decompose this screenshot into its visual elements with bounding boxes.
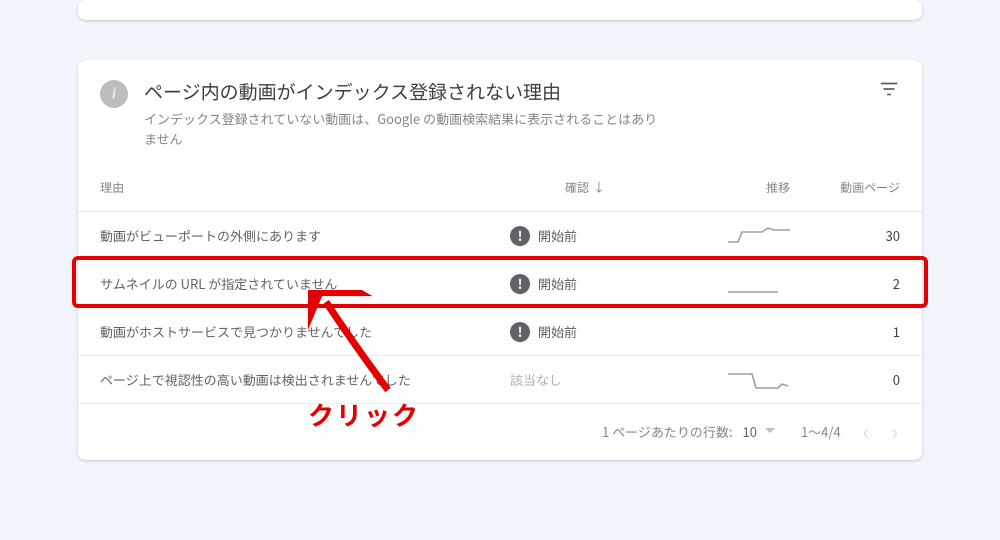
- trend-cell: [660, 368, 790, 392]
- page: i ページ内の動画がインデックス登録されない理由 インデックス登録されていない動…: [0, 0, 1000, 460]
- reason-text: ページ上で視認性の高い動画は検出されませんでした: [100, 370, 510, 389]
- status-cell: ! 開始前: [510, 322, 660, 342]
- info-icon: i: [100, 80, 128, 108]
- rows-per-page: 1 ページあたりの行数: 10: [602, 422, 779, 441]
- card-header: i ページ内の動画がインデックス登録されない理由 インデックス登録されていない動…: [78, 60, 922, 164]
- col-confirm[interactable]: 確認 ↓: [510, 179, 660, 196]
- header-text: ページ内の動画がインデックス登録されない理由 インデックス登録されていない動画は…: [144, 78, 878, 148]
- col-count: 動画ページ: [790, 179, 900, 196]
- warning-icon: !: [510, 226, 530, 246]
- reason-text: サムネイルの URL が指定されていません: [100, 274, 510, 293]
- status-text: 開始前: [538, 322, 577, 341]
- status-cell: 該当なし: [510, 370, 660, 389]
- col-reason: 理由: [100, 179, 510, 196]
- reason-text: 動画がビューポートの外側にあります: [100, 226, 510, 245]
- rows-per-page-value: 10: [743, 422, 757, 441]
- sort-desc-icon: ↓: [593, 179, 605, 196]
- sparkline-icon: [728, 272, 790, 296]
- prev-card-bottom-edge: [78, 0, 922, 20]
- chevron-down-icon: [761, 422, 779, 440]
- table-header: 理由 確認 ↓ 推移 動画ページ: [78, 164, 922, 212]
- count-cell: 30: [790, 226, 900, 245]
- col-confirm-label: 確認: [565, 179, 589, 196]
- page-range: 1～4/4: [801, 422, 841, 441]
- next-page-button[interactable]: ›: [891, 420, 898, 442]
- status-cell: ! 開始前: [510, 274, 660, 294]
- sparkline-icon: [728, 224, 790, 248]
- trend-cell: [660, 224, 790, 248]
- count-cell: 0: [790, 370, 900, 389]
- rows-per-page-select[interactable]: 10: [743, 422, 779, 441]
- col-trend: 推移: [660, 179, 790, 196]
- warning-icon: !: [510, 274, 530, 294]
- table-row[interactable]: サムネイルの URL が指定されていません ! 開始前 2: [78, 260, 922, 308]
- status-text: 該当なし: [510, 370, 562, 389]
- sparkline-icon: [728, 368, 790, 392]
- table-row[interactable]: ページ上で視認性の高い動画は検出されませんでした 該当なし 0: [78, 356, 922, 404]
- card-subtitle: インデックス登録されていない動画は、Google の動画検索結果に表示されること…: [144, 109, 664, 148]
- count-cell: 1: [790, 322, 900, 341]
- table-row[interactable]: 動画がビューポートの外側にあります ! 開始前 30: [78, 212, 922, 260]
- count-cell: 2: [790, 274, 900, 293]
- status-text: 開始前: [538, 274, 577, 293]
- reason-text: 動画がホストサービスで見つかりませんでした: [100, 322, 510, 341]
- status-cell: ! 開始前: [510, 226, 660, 246]
- table-footer: 1 ページあたりの行数: 10 1～4/4 ‹ ›: [78, 404, 922, 460]
- filter-icon[interactable]: [878, 78, 900, 100]
- table-row[interactable]: 動画がホストサービスで見つかりませんでした ! 開始前 1: [78, 308, 922, 356]
- reasons-table: 理由 確認 ↓ 推移 動画ページ 動画がビューポートの外側にあります ! 開始前: [78, 164, 922, 404]
- trend-cell: [660, 272, 790, 296]
- prev-page-button[interactable]: ‹: [863, 420, 870, 442]
- reasons-card: i ページ内の動画がインデックス登録されない理由 インデックス登録されていない動…: [78, 60, 922, 460]
- status-text: 開始前: [538, 226, 577, 245]
- rows-per-page-label: 1 ページあたりの行数:: [602, 422, 732, 441]
- warning-icon: !: [510, 322, 530, 342]
- card-title: ページ内の動画がインデックス登録されない理由: [144, 78, 878, 105]
